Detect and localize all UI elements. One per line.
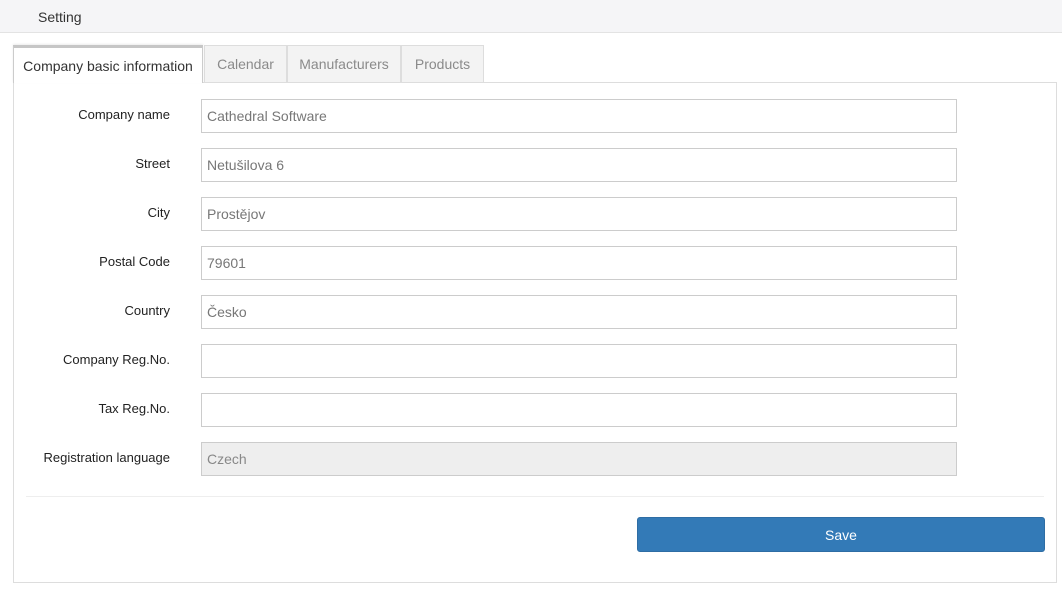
tax-reg-no-input[interactable]: [201, 393, 957, 427]
form-row-tax-reg-no: Tax Reg.No.: [14, 393, 1054, 427]
city-input[interactable]: [201, 197, 957, 231]
tab-calendar[interactable]: Calendar: [204, 45, 287, 82]
country-label: Country: [124, 303, 170, 318]
tab-manufacturers[interactable]: Manufacturers: [287, 45, 401, 82]
registration-language-input: [201, 442, 957, 476]
form-row-city: City: [14, 197, 1054, 231]
form-row-registration-language: Registration language: [14, 442, 1054, 476]
company-name-label: Company name: [78, 107, 170, 122]
tab-products[interactable]: Products: [401, 45, 484, 82]
top-bar: Setting: [0, 0, 1062, 33]
tab-company-basic-information[interactable]: Company basic information: [13, 45, 203, 83]
page-title: Setting: [38, 9, 82, 25]
postal-code-label: Postal Code: [99, 254, 170, 269]
company-name-input[interactable]: [201, 99, 957, 133]
country-input[interactable]: [201, 295, 957, 329]
tax-reg-no-label: Tax Reg.No.: [98, 401, 170, 416]
street-input[interactable]: [201, 148, 957, 182]
form-row-company-reg-no: Company Reg.No.: [14, 344, 1054, 378]
form-row-country: Country: [14, 295, 1054, 329]
company-reg-no-label: Company Reg.No.: [63, 352, 170, 367]
registration-language-label: Registration language: [43, 450, 170, 465]
company-info-panel: Company name Street City Postal Code Cou…: [13, 82, 1057, 583]
save-button[interactable]: Save: [637, 517, 1045, 552]
company-reg-no-input[interactable]: [201, 344, 957, 378]
tab-bar: Company basic information Calendar Manuf…: [13, 45, 484, 83]
form-row-company-name: Company name: [14, 99, 1054, 133]
street-label: Street: [135, 156, 170, 171]
city-label: City: [147, 205, 170, 220]
form-divider: [26, 496, 1044, 497]
form-row-street: Street: [14, 148, 1054, 182]
form-row-postal-code: Postal Code: [14, 246, 1054, 280]
postal-code-input[interactable]: [201, 246, 957, 280]
